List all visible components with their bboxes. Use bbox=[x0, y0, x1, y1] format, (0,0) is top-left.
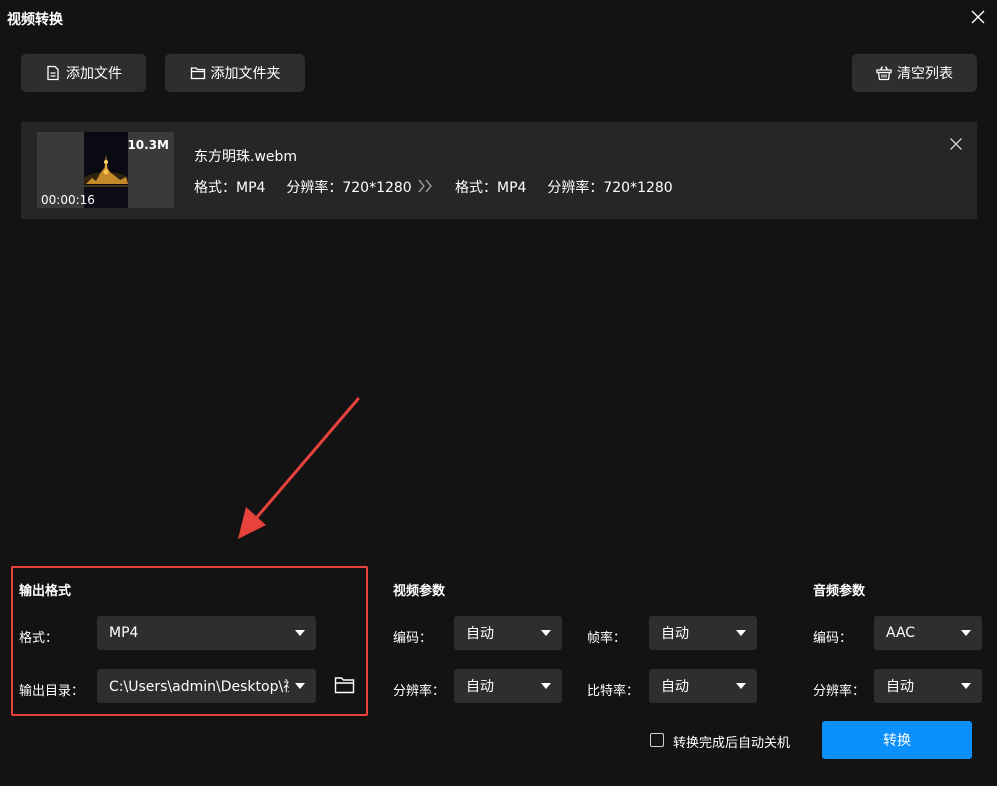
target-resolution: 720*1280 bbox=[603, 180, 673, 196]
audio-params-title: 音频参数 bbox=[813, 584, 866, 599]
target-format-label: 格式： bbox=[455, 180, 497, 196]
folder-browse-icon[interactable] bbox=[334, 676, 355, 694]
target-resolution-label: 分辨率： bbox=[547, 180, 604, 196]
video-resolution-value: 自动 bbox=[466, 679, 494, 695]
folder-icon bbox=[190, 67, 205, 80]
close-icon[interactable] bbox=[969, 8, 987, 26]
audio-resolution-value: 自动 bbox=[886, 679, 914, 695]
add-folder-label: 添加文件夹 bbox=[210, 66, 281, 82]
video-codec-label: 编码： bbox=[393, 631, 433, 646]
file-size: 10.3M bbox=[127, 138, 169, 152]
basket-icon bbox=[876, 66, 892, 81]
window-title: 视频转换 bbox=[7, 12, 63, 28]
video-thumbnail: 10.3M 00:00:16 bbox=[37, 132, 174, 208]
video-duration: 00:00:16 bbox=[41, 193, 95, 207]
caret-down-icon bbox=[295, 683, 305, 689]
audio-resolution-label: 分辨率： bbox=[813, 684, 866, 699]
double-chevron-right-icon bbox=[418, 179, 432, 193]
annotation-arrow bbox=[238, 397, 360, 539]
file-icon bbox=[47, 65, 59, 81]
auto-shutdown-checkbox[interactable] bbox=[650, 733, 664, 747]
convert-label: 转换 bbox=[883, 733, 911, 749]
source-info: 格式：MP4 分辨率：720*1280 bbox=[194, 177, 412, 197]
target-format: MP4 bbox=[497, 180, 527, 196]
video-bitrate-label: 比特率： bbox=[587, 684, 640, 699]
file-name: 东方明珠.webm bbox=[194, 149, 298, 165]
source-format-label: 格式： bbox=[194, 180, 236, 196]
caret-down-icon bbox=[736, 630, 746, 636]
audio-codec-label: 编码： bbox=[813, 631, 853, 646]
output-format-select[interactable]: MP4 bbox=[97, 616, 316, 650]
caret-down-icon bbox=[961, 683, 971, 689]
output-dir-label: 输出目录： bbox=[19, 684, 85, 699]
convert-button[interactable]: 转换 bbox=[822, 721, 972, 759]
clear-list-button[interactable]: 清空列表 bbox=[852, 54, 977, 92]
video-fps-value: 自动 bbox=[661, 626, 689, 642]
auto-shutdown-label: 转换完成后自动关机 bbox=[673, 736, 791, 751]
video-params-title: 视频参数 bbox=[393, 584, 446, 599]
audio-resolution-select[interactable]: 自动 bbox=[874, 669, 982, 703]
caret-down-icon bbox=[961, 630, 971, 636]
video-bitrate-select[interactable]: 自动 bbox=[649, 669, 757, 703]
video-resolution-select[interactable]: 自动 bbox=[454, 669, 562, 703]
video-codec-select[interactable]: 自动 bbox=[454, 616, 562, 650]
caret-down-icon bbox=[541, 630, 551, 636]
output-format-label: 格式： bbox=[19, 631, 59, 646]
target-info: 格式：MP4 分辨率：720*1280 bbox=[455, 177, 673, 197]
audio-codec-select[interactable]: AAC bbox=[874, 616, 982, 650]
file-item[interactable]: 10.3M 00:00:16 东方明珠.webm 格式：MP4 分辨率：720*… bbox=[21, 122, 977, 219]
video-resolution-label: 分辨率： bbox=[393, 684, 446, 699]
video-bitrate-value: 自动 bbox=[661, 679, 689, 695]
output-dir-select[interactable]: C:\Users\admin\Desktop\视频 bbox=[97, 669, 316, 703]
source-format: MP4 bbox=[236, 180, 266, 196]
source-resolution-label: 分辨率： bbox=[286, 180, 343, 196]
caret-down-icon bbox=[541, 683, 551, 689]
video-fps-select[interactable]: 自动 bbox=[649, 616, 757, 650]
add-folder-button[interactable]: 添加文件夹 bbox=[165, 54, 305, 92]
video-fps-label: 帧率： bbox=[587, 631, 627, 646]
output-section-title: 输出格式 bbox=[19, 584, 72, 599]
caret-down-icon bbox=[295, 630, 305, 636]
source-resolution: 720*1280 bbox=[342, 180, 412, 196]
output-format-value: MP4 bbox=[109, 625, 139, 641]
caret-down-icon bbox=[736, 683, 746, 689]
add-file-button[interactable]: 添加文件 bbox=[21, 54, 146, 92]
add-file-label: 添加文件 bbox=[66, 66, 122, 82]
audio-codec-value: AAC bbox=[886, 625, 916, 641]
remove-file-icon[interactable] bbox=[948, 136, 964, 152]
clear-list-label: 清空列表 bbox=[897, 66, 953, 82]
video-codec-value: 自动 bbox=[466, 626, 494, 642]
output-dir-value: C:\Users\admin\Desktop\视频 bbox=[109, 679, 289, 695]
